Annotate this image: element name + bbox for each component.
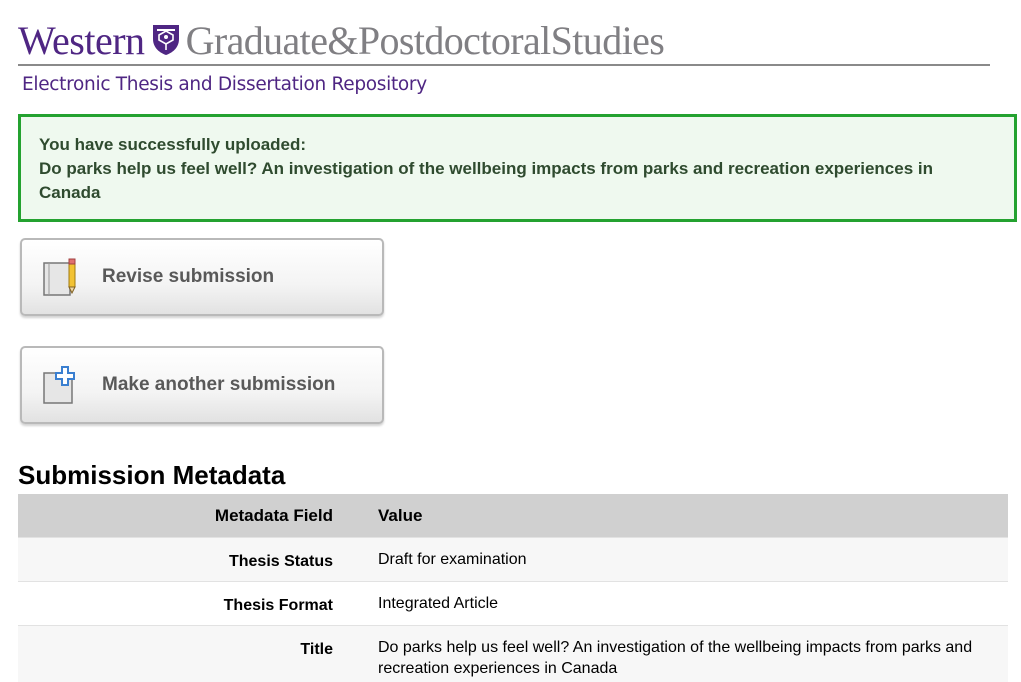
revise-submission-button[interactable]: Revise submission	[20, 238, 384, 316]
brand-subtitle: Graduate&PostdoctoralStudies	[185, 18, 665, 63]
repository-title: Electronic Thesis and Dissertation Repos…	[22, 74, 427, 95]
column-header-value: Value	[348, 494, 1008, 538]
table-row: Title Do parks help us feel well? An inv…	[18, 625, 1008, 682]
site-header: Western Graduate&PostdoctoralStudies Ele…	[18, 18, 990, 98]
field-name: Thesis Status	[18, 537, 348, 582]
page: Western Graduate&PostdoctoralStudies Ele…	[0, 0, 1021, 682]
field-name: Title	[18, 625, 348, 682]
success-heading: You have successfully uploaded:	[39, 135, 307, 154]
field-value: Integrated Article	[348, 581, 1008, 626]
make-another-submission-label: Make another submission	[102, 374, 336, 395]
metadata-header-row: Metadata Field Value	[18, 494, 1008, 538]
make-another-submission-button[interactable]: Make another submission	[20, 346, 384, 424]
add-document-icon	[43, 366, 75, 404]
field-value: Draft for examination	[348, 537, 1008, 582]
university-crest-icon	[152, 25, 179, 55]
metadata-table: Metadata Field Value Thesis Status Draft…	[18, 494, 1008, 682]
field-value: Do parks help us feel well? An investiga…	[348, 625, 1008, 682]
uploaded-title: Do parks help us feel well? An investiga…	[39, 159, 933, 202]
success-message: You have successfully uploaded: Do parks…	[18, 114, 1017, 222]
table-row: Thesis Format Integrated Article	[18, 581, 1008, 626]
brand-name: Western	[18, 18, 145, 63]
field-name: Thesis Format	[18, 581, 348, 626]
notebook-pencil-icon	[43, 258, 76, 296]
table-row: Thesis Status Draft for examination	[18, 537, 1008, 582]
revise-submission-label: Revise submission	[102, 266, 275, 287]
column-header-field: Metadata Field	[18, 494, 348, 538]
metadata-heading: Submission Metadata	[18, 460, 286, 490]
brand-banner: Western Graduate&PostdoctoralStudies	[18, 18, 990, 66]
